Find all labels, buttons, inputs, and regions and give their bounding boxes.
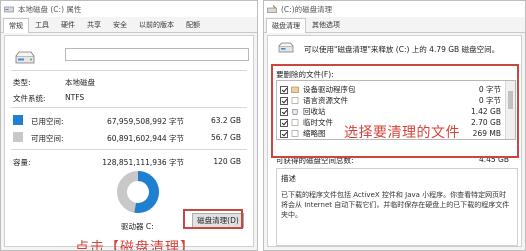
window-title: 本地磁盘 (C:) 属性 bbox=[18, 4, 82, 14]
description-group: 描述 已下载的程序文件包括 ActiveX 控件和 Java 小程序。你查看特定… bbox=[276, 168, 518, 246]
tab-disk-cleanup[interactable]: 磁盘清理 bbox=[266, 18, 306, 33]
drive-properties-window: 本地磁盘 (C:) 属性 常规 工具 硬件 共享 安全 以前的版本 配额 类型:… bbox=[0, 0, 258, 251]
tab-general[interactable]: 常规 bbox=[3, 18, 29, 33]
disk-cleanup-window: (C:)的磁盘清理 磁盘清理 其他选项 可以使用"磁盘清理"来释放 (C:) 上… bbox=[263, 0, 526, 251]
used-space-swatch bbox=[13, 115, 23, 125]
capacity-bytes: 128,851,111,936 字节 bbox=[102, 158, 184, 167]
used-space-label: 已用空间: bbox=[31, 117, 64, 126]
separator bbox=[11, 70, 247, 71]
tab-more-options[interactable]: 其他选项 bbox=[306, 17, 346, 32]
tab-sharing[interactable]: 共享 bbox=[81, 17, 107, 32]
tab-previous-versions[interactable]: 以前的版本 bbox=[133, 17, 180, 32]
used-space-gb: 63.2 GB bbox=[210, 116, 241, 125]
free-space-swatch bbox=[13, 132, 23, 142]
separator bbox=[11, 149, 247, 150]
annotation-click-cleanup: 点击【磁盘清理】 bbox=[75, 240, 195, 251]
capacity-gb: 120 GB bbox=[213, 157, 241, 166]
description-text: 已下载的程序文件包括 ActiveX 控件和 Java 小程序。你查看特定网页时… bbox=[281, 191, 510, 219]
used-space-bytes: 67,959,508,992 字节 bbox=[106, 117, 184, 126]
type-label: 类型: bbox=[13, 78, 31, 87]
drive-icon bbox=[4, 6, 14, 13]
filesystem-label: 文件系统: bbox=[13, 94, 46, 103]
drive-icon bbox=[15, 51, 35, 64]
separator bbox=[11, 107, 247, 108]
tab-tools[interactable]: 工具 bbox=[29, 17, 55, 32]
disk-usage-donut bbox=[117, 171, 159, 213]
annotation-select-files: 选择要清理的文件 bbox=[344, 125, 460, 141]
cleanup-highlight-box bbox=[183, 209, 243, 229]
type-value: 本地磁盘 bbox=[65, 78, 95, 87]
capacity-label: 容量: bbox=[13, 158, 31, 167]
free-space-label: 可用空间: bbox=[31, 134, 64, 143]
files-highlight-box bbox=[271, 64, 519, 158]
tab-hardware[interactable]: 硬件 bbox=[55, 17, 81, 32]
title-bar: 本地磁盘 (C:) 属性 bbox=[1, 1, 257, 17]
tab-quota[interactable]: 配额 bbox=[180, 17, 206, 32]
tab-strip: 磁盘清理 其他选项 bbox=[264, 17, 525, 33]
free-space-bytes: 60,891,602,944 字节 bbox=[106, 134, 184, 143]
drive-name-field[interactable] bbox=[65, 48, 249, 61]
description-title: 描述 bbox=[281, 174, 296, 183]
tab-security[interactable]: 安全 bbox=[107, 17, 133, 32]
drive-icon bbox=[278, 42, 294, 53]
intro-text: 可以使用"磁盘清理"来释放 (C:) 上的 4.79 GB 磁盘空间。 bbox=[304, 45, 500, 54]
filesystem-value: NTFS bbox=[65, 93, 85, 102]
cleanup-icon bbox=[267, 5, 277, 13]
free-space-gb: 56.7 GB bbox=[210, 133, 241, 142]
drive-caption: 驱动器 C: bbox=[121, 222, 154, 231]
tab-strip: 常规 工具 硬件 共享 安全 以前的版本 配额 bbox=[1, 17, 257, 33]
window-title: (C:)的磁盘清理 bbox=[281, 4, 333, 14]
title-bar: (C:)的磁盘清理 bbox=[264, 1, 525, 17]
